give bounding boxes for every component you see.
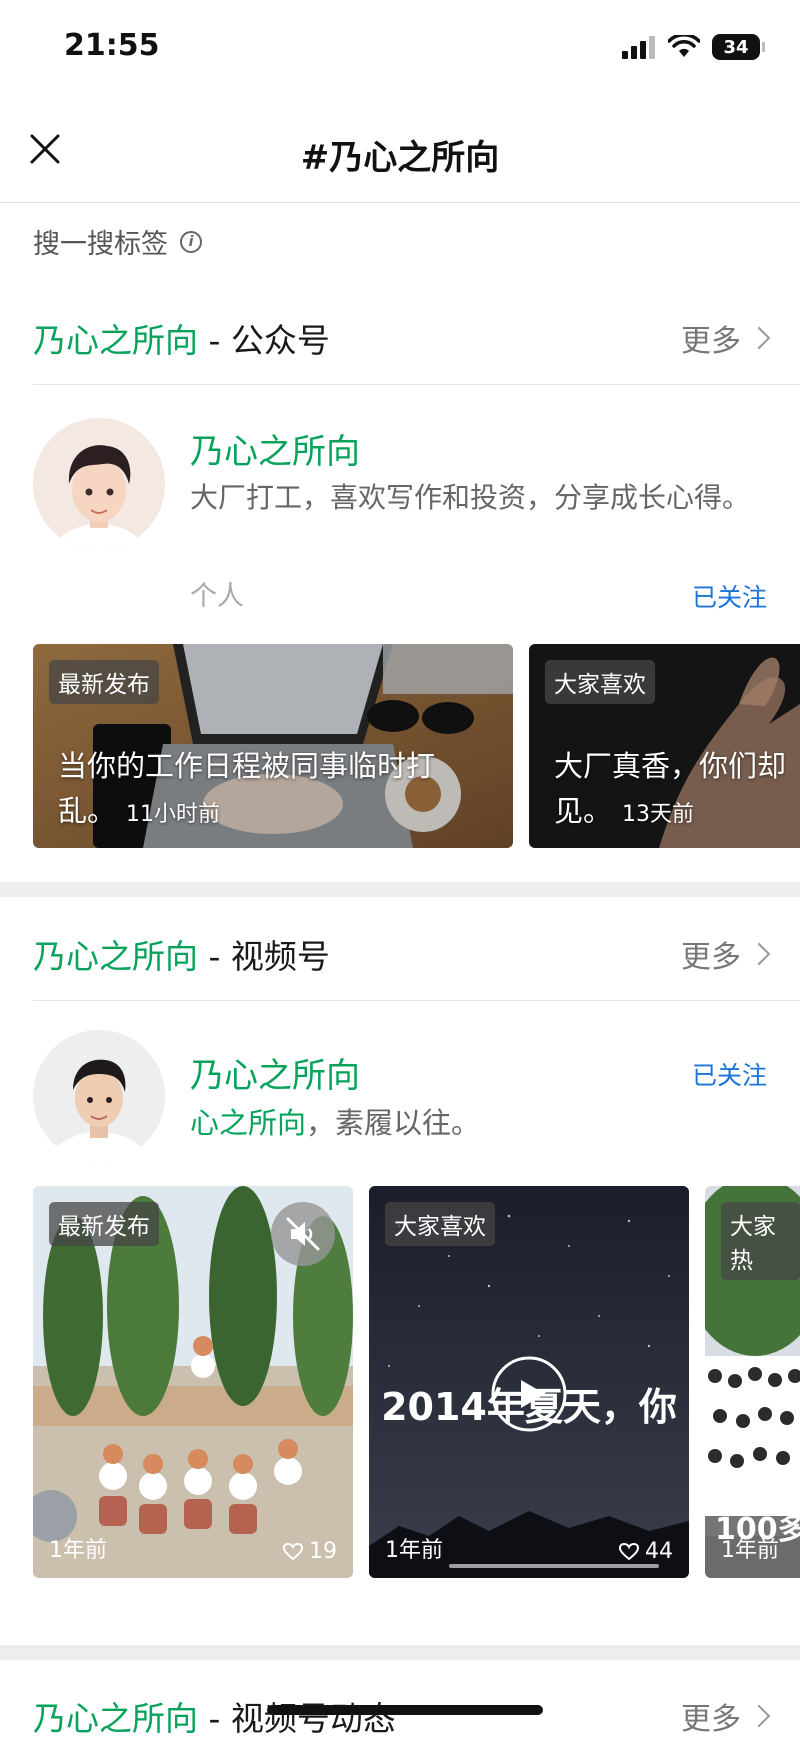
card-title-line2-text: 见。 bbox=[554, 794, 613, 828]
battery-icon: 34 bbox=[712, 34, 765, 60]
moments-more-button[interactable]: 更多 bbox=[681, 1694, 771, 1738]
video-time: 1年前 bbox=[385, 1538, 443, 1563]
channels-title-name: 乃心之所向 bbox=[33, 937, 198, 976]
card-title: 大厂真香，你们却 bbox=[554, 749, 787, 783]
video-card[interactable]: 2014年夏天，你 大家喜欢 1年前 44 bbox=[369, 1186, 689, 1578]
heart-icon bbox=[619, 1542, 639, 1560]
video-tag: 最新发布 bbox=[49, 1202, 159, 1246]
video-likes: 19 bbox=[283, 1539, 337, 1564]
status-icons: 34 bbox=[622, 34, 765, 60]
page-title: #乃心之所向 bbox=[300, 138, 500, 178]
video-likes-count: 19 bbox=[309, 1539, 337, 1564]
video-time: 1年前 bbox=[721, 1538, 779, 1563]
channels-description-highlight[interactable]: 心之所向 bbox=[190, 1106, 306, 1140]
official-account-title-name: 乃心之所向 bbox=[33, 321, 198, 360]
chevron-right-icon bbox=[747, 1704, 771, 1728]
video-likes-count: 44 bbox=[645, 1539, 673, 1564]
channels-description: 心之所向，素履以往。 bbox=[190, 1102, 480, 1144]
section-separator bbox=[0, 882, 800, 897]
cellular-signal-icon bbox=[622, 36, 655, 59]
card-time: 11小时前 bbox=[126, 802, 221, 827]
video-time: 1年前 bbox=[49, 1538, 107, 1563]
video-likes: 44 bbox=[619, 1539, 673, 1564]
channels-follow-status[interactable]: 已关注 bbox=[692, 1056, 767, 1092]
battery-level: 34 bbox=[723, 36, 749, 58]
card-title: 当你的工作日程被同事临时打 bbox=[58, 749, 436, 783]
heart-icon bbox=[283, 1542, 303, 1560]
mute-icon[interactable] bbox=[271, 1202, 335, 1266]
official-more-button[interactable]: 更多 bbox=[681, 316, 771, 360]
card-tag: 最新发布 bbox=[49, 660, 159, 704]
video-tag: 大家热 bbox=[721, 1202, 800, 1280]
moments-header: 乃心之所向 - 视频号动态 更多 bbox=[33, 1692, 771, 1740]
official-account-title-suffix: - 公众号 bbox=[198, 321, 330, 360]
card-title-line2: 乱。 11小时前 bbox=[58, 788, 220, 830]
divider bbox=[33, 1000, 800, 1001]
moments-title: 乃心之所向 - 视频号动态 bbox=[33, 1692, 396, 1740]
official-more-label: 更多 bbox=[681, 324, 741, 359]
official-account-title: 乃心之所向 - 公众号 bbox=[33, 314, 330, 362]
official-name[interactable]: 乃心之所向 bbox=[190, 424, 360, 473]
channels-title: 乃心之所向 - 视频号 bbox=[33, 930, 330, 978]
channels-description-rest: ，素履以往。 bbox=[306, 1106, 481, 1140]
article-card[interactable]: 最新发布 当你的工作日程被同事临时打 乱。 11小时前 bbox=[33, 644, 513, 848]
official-follow-status[interactable]: 已关注 bbox=[692, 578, 767, 614]
home-indicator[interactable] bbox=[267, 1705, 543, 1715]
search-tag-label: 搜一搜标签 bbox=[33, 229, 168, 260]
official-avatar[interactable] bbox=[33, 418, 165, 550]
official-description: 大厂打工，喜欢写作和投资，分享成长心得。 bbox=[190, 481, 751, 514]
channels-header: 乃心之所向 - 视频号 更多 bbox=[33, 930, 771, 978]
chevron-right-icon bbox=[747, 942, 771, 966]
moments-more-label: 更多 bbox=[681, 1702, 741, 1737]
card-time: 13天前 bbox=[622, 802, 695, 827]
chevron-right-icon bbox=[747, 326, 771, 350]
wifi-icon bbox=[668, 35, 700, 57]
card-title-line2: 见。 13天前 bbox=[554, 788, 694, 830]
status-time: 21:55 bbox=[64, 28, 160, 63]
channels-more-label: 更多 bbox=[681, 940, 741, 975]
card-title-line2-text: 乱。 bbox=[58, 794, 117, 828]
card-tag: 大家喜欢 bbox=[545, 660, 655, 704]
channels-avatar[interactable] bbox=[33, 1030, 165, 1162]
divider bbox=[33, 384, 800, 385]
nav-divider bbox=[0, 202, 800, 203]
channels-more-button[interactable]: 更多 bbox=[681, 932, 771, 976]
official-type: 个人 bbox=[190, 581, 244, 612]
channels-title-suffix: - 视频号 bbox=[198, 937, 330, 976]
official-account-header: 乃心之所向 - 公众号 更多 bbox=[33, 314, 771, 362]
section-separator bbox=[0, 1645, 800, 1660]
channels-name[interactable]: 乃心之所向 bbox=[190, 1048, 360, 1097]
video-card[interactable]: 100多 大家热 1年前 bbox=[705, 1186, 800, 1578]
play-icon[interactable] bbox=[489, 1354, 569, 1434]
video-card[interactable]: 最新发布 1年前 19 bbox=[33, 1186, 353, 1578]
article-card[interactable]: 大家喜欢 大厂真香，你们却 见。 13天前 bbox=[529, 644, 800, 848]
info-icon[interactable]: i bbox=[180, 230, 202, 253]
moments-title-name: 乃心之所向 bbox=[33, 1699, 198, 1738]
video-tag: 大家喜欢 bbox=[385, 1202, 495, 1246]
search-tag-link[interactable]: 搜一搜标签 i bbox=[33, 222, 202, 261]
